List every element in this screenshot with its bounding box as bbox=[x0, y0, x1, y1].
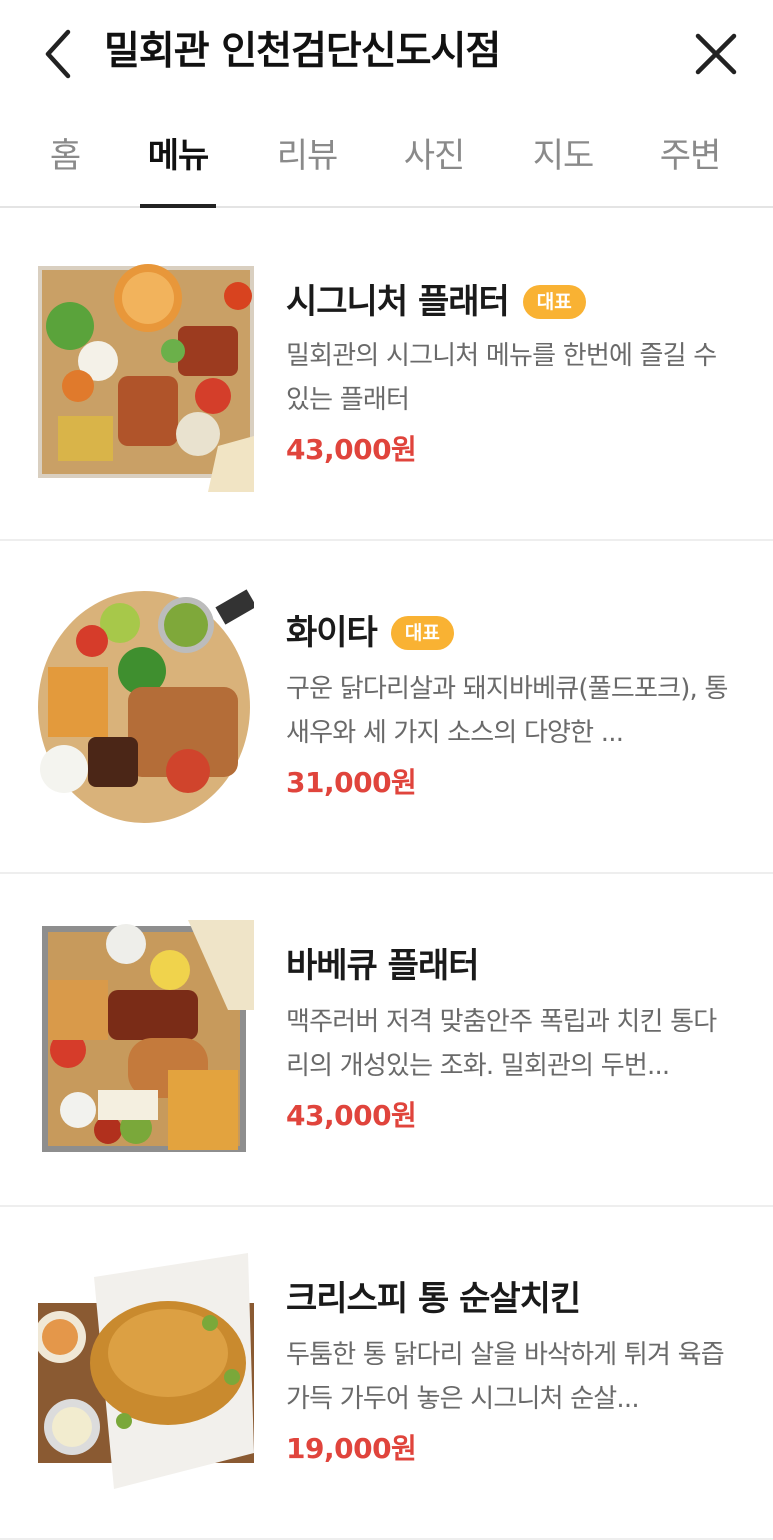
tab-menu[interactable]: 메뉴 bbox=[148, 134, 210, 178]
menu-item-name: 시그니처 플래터 bbox=[286, 282, 510, 322]
app-header: 밀회관 인천검단신도시점 bbox=[0, 0, 773, 106]
menu-item-description: 두툼한 통 닭다리 살을 바삭하게 튀겨 육즙 가득 가두어 놓은 시그니처 순… bbox=[286, 1340, 725, 1414]
signature-badge: 대표 bbox=[522, 285, 586, 319]
page-title: 밀회관 인천검단신도시점 bbox=[104, 29, 501, 74]
menu-item-photo bbox=[38, 587, 254, 823]
menu-item-name-row: 바베큐 플래터 bbox=[286, 944, 480, 988]
menu-item-photo bbox=[38, 1253, 254, 1489]
menu-item[interactable]: 바베큐 플래터 맥주러버 저격 맞춤안주 폭립과 치킨 통다리의 개성있는 조화… bbox=[0, 874, 773, 1207]
signature-badge: 대표 bbox=[390, 616, 454, 650]
menu-item-price: 43,000원 bbox=[286, 1099, 417, 1132]
tab-nearby[interactable]: 주변 bbox=[660, 134, 722, 178]
menu-item[interactable]: 화이타 대표 구운 닭다리살과 돼지바베큐(풀드포크), 통새우와 세 가지 소… bbox=[0, 541, 773, 874]
menu-item-description: 구운 닭다리살과 돼지바베큐(풀드포크), 통새우와 세 가지 소스의 다양한 … bbox=[286, 674, 728, 748]
menu-item-description: 밀회관의 시그니처 메뉴를 한번에 즐길 수 있는 플래터 bbox=[286, 341, 717, 415]
menu-item-name: 화이타 bbox=[286, 613, 378, 653]
menu-item-description: 맥주러버 저격 맞춤안주 폭립과 치킨 통다리의 개성있는 조화. 밀회관의 두… bbox=[286, 1007, 717, 1081]
tab-reviews[interactable]: 리뷰 bbox=[277, 134, 339, 178]
menu-item-price: 19,000원 bbox=[286, 1432, 417, 1465]
menu-item-name: 크리스피 통 순살치킨 bbox=[286, 1279, 581, 1319]
close-button[interactable] bbox=[686, 24, 746, 84]
close-icon bbox=[695, 33, 737, 75]
chevron-left-icon bbox=[45, 29, 71, 79]
menu-item[interactable]: 크리스피 통 순살치킨 두툼한 통 닭다리 살을 바삭하게 튀겨 육즙 가득 가… bbox=[0, 1207, 773, 1540]
back-button[interactable] bbox=[30, 22, 86, 86]
tab-map[interactable]: 지도 bbox=[533, 134, 595, 178]
menu-item-name: 바베큐 플래터 bbox=[286, 946, 480, 986]
menu-item[interactable]: 시그니처 플래터 대표 밀회관의 시그니처 메뉴를 한번에 즐길 수 있는 플래… bbox=[0, 208, 773, 541]
menu-item-name-row: 크리스피 통 순살치킨 bbox=[286, 1277, 581, 1321]
menu-item-price: 31,000원 bbox=[286, 766, 417, 799]
tab-bar: 홈 메뉴 리뷰 사진 지도 주변 bbox=[0, 106, 773, 208]
menu-item-name-row: 시그니처 플래터 대표 bbox=[286, 280, 586, 324]
menu-item-photo bbox=[38, 256, 254, 492]
menu-item-photo bbox=[38, 920, 254, 1156]
tab-home[interactable]: 홈 bbox=[50, 134, 81, 178]
menu-item-name-row: 화이타 대표 bbox=[286, 611, 454, 655]
menu-item-price: 43,000원 bbox=[286, 433, 417, 466]
tab-photos[interactable]: 사진 bbox=[404, 134, 466, 178]
